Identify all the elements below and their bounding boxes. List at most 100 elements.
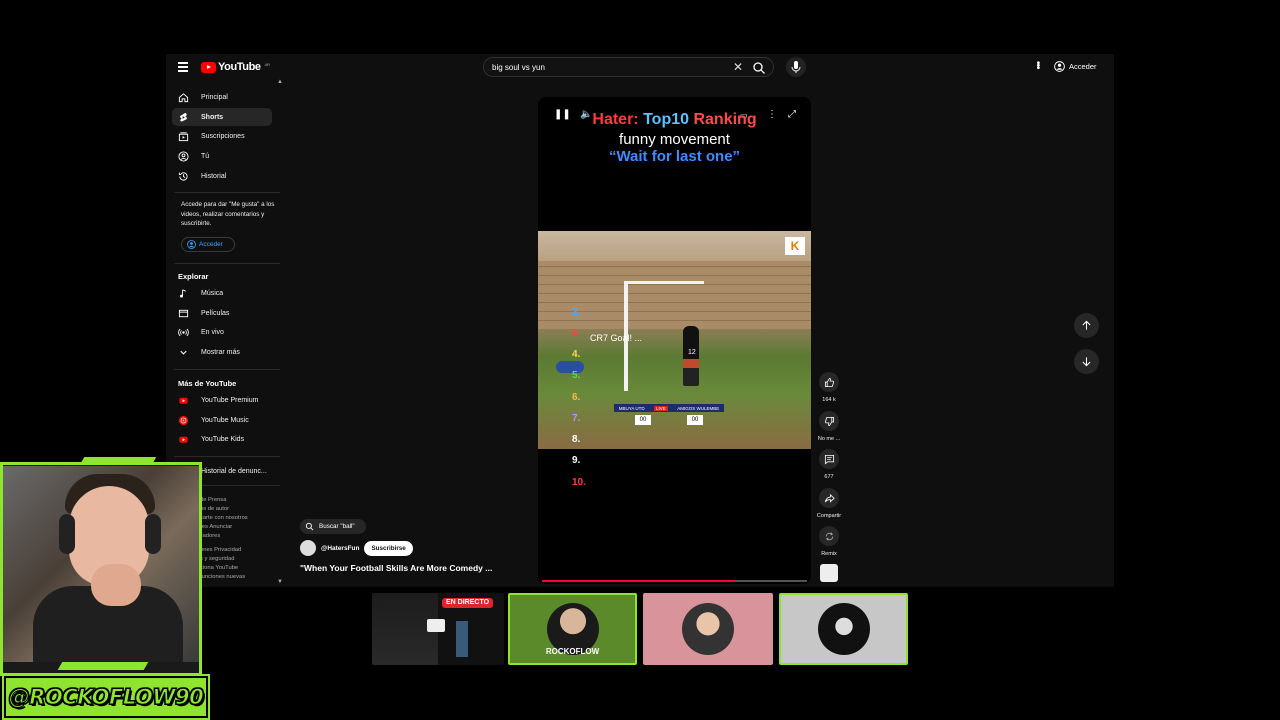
sidebar-item-premium[interactable]: YouTube Premium	[172, 391, 272, 409]
streamer-hands	[91, 564, 141, 606]
divider	[174, 456, 280, 457]
caption-quote: “Wait for last one”	[608, 148, 741, 165]
channel-avatar[interactable]	[300, 540, 316, 556]
sidebar-item-movies[interactable]: Películas	[172, 304, 272, 322]
footer-link[interactable]: os de autor	[200, 505, 285, 514]
signin-label: Acceder	[1069, 62, 1097, 71]
music-icon	[180, 288, 186, 298]
sidebar-scroll-down-icon[interactable]: ▼	[277, 579, 283, 585]
rank-number: 10.	[572, 477, 586, 488]
related-search-chip[interactable]: Buscar "ball"	[300, 519, 366, 534]
footer-link[interactable]: de Prensa	[200, 496, 285, 505]
menu-icon[interactable]	[178, 62, 188, 72]
jersey-number: 12	[688, 349, 696, 356]
sidebar-signin-button[interactable]: Acceder	[181, 237, 235, 252]
channel-name[interactable]: @HatersFun	[321, 545, 359, 552]
remix-action[interactable]: Remix	[816, 526, 842, 557]
like-count: 164 k	[822, 397, 836, 403]
search-input[interactable]: big soul vs yun	[492, 63, 545, 72]
youtube-music-icon	[178, 415, 189, 425]
clear-icon[interactable]: ✕	[733, 60, 743, 74]
sidebar-item-you[interactable]: Tú	[172, 147, 272, 165]
remix-button[interactable]	[819, 526, 839, 546]
share-action[interactable]: Compartir	[816, 488, 842, 519]
sound-thumbnail[interactable]	[820, 564, 838, 582]
sidebar-item-history[interactable]: Historial	[172, 167, 272, 185]
footer-link[interactable]: s y seguridad	[200, 555, 285, 564]
like-action[interactable]: 164 k	[816, 372, 842, 403]
rank-number: 9.	[572, 455, 581, 466]
footer-link[interactable]: ones Privacidad	[200, 546, 285, 555]
subscriptions-icon	[178, 131, 189, 141]
progress-bar[interactable]	[542, 580, 807, 582]
caption-subtitle: funny movement	[619, 131, 730, 148]
sidebar-item-subscriptions[interactable]: Suscripciones	[172, 127, 272, 145]
search-icon[interactable]	[752, 61, 766, 75]
share-button[interactable]	[819, 488, 839, 508]
youtube-play-icon	[201, 61, 216, 73]
score-left: 00	[635, 415, 651, 425]
signin-button[interactable]: Acceder	[1054, 61, 1097, 72]
divider	[174, 263, 280, 264]
live-preview-thumbnail[interactable]: EN DIRECTO	[372, 593, 504, 665]
sidebar-item-label: Shorts	[201, 113, 224, 121]
sidebar-item-principal[interactable]: Principal	[172, 88, 272, 106]
guest-thumbnail-gray[interactable]	[779, 593, 908, 665]
more-youtube-title: Más de YouTube	[178, 379, 237, 388]
rank-number: 3.	[572, 328, 581, 339]
sidebar-item-yt-music[interactable]: YouTube Music	[172, 411, 272, 429]
sidebar-item-label: Música	[201, 289, 224, 297]
guest-thumbnail-pink[interactable]	[643, 593, 773, 665]
caption-top10: Top10	[643, 111, 690, 128]
sidebar-item-shorts[interactable]: Shorts	[172, 108, 272, 126]
caption-hater: Hater:	[592, 111, 639, 128]
footer-link[interactable]: lladores	[200, 532, 285, 541]
rank-number: 8.	[572, 434, 581, 445]
voice-search-button[interactable]	[786, 57, 806, 77]
short-title[interactable]: "When Your Football Skills Are More Come…	[300, 563, 492, 573]
footer-link[interactable]: ciona YouTube	[200, 564, 285, 573]
footer-link[interactable]: carte con nosotros	[200, 514, 285, 523]
caption-title: Hater: Top10 Ranking	[538, 111, 811, 129]
sidebar-item-music[interactable]: Música	[172, 284, 272, 302]
rank-number: 4.	[572, 349, 581, 360]
share-icon	[824, 493, 835, 503]
sidebar-item-show-more[interactable]: Mostrar más	[172, 343, 272, 361]
search-box[interactable]: big soul vs yun ✕	[483, 57, 774, 77]
comments-action[interactable]: 677	[816, 449, 842, 480]
comments-button[interactable]	[819, 449, 839, 469]
rank-number: 5.	[572, 370, 581, 381]
live-tag: LIVE	[654, 405, 668, 411]
rank-number: 7.	[572, 413, 581, 424]
youtube-kids-icon	[179, 436, 188, 443]
dislike-button[interactable]	[819, 411, 839, 431]
footer-link[interactable]: funciones nuevas	[200, 573, 285, 582]
like-button[interactable]	[819, 372, 839, 392]
divider	[174, 369, 280, 370]
top-bar: YouTube AR big soul vs yun ✕ ••• Acceder	[166, 54, 1114, 82]
remix-icon	[825, 532, 833, 540]
guest-thumbnail-rockoflow[interactable]: ROCKOFLOW	[508, 593, 637, 665]
account-icon	[187, 240, 196, 249]
you-icon	[178, 150, 189, 162]
sidebar-item-label: Películas	[201, 309, 230, 317]
sidebar-item-label: Principal	[201, 93, 228, 101]
sidebar-scroll-up-icon[interactable]: ▲	[277, 79, 283, 85]
sidebar-item-label: YouTube Kids	[201, 435, 245, 443]
logo-country: AR	[264, 61, 271, 67]
login-prompt: Accede para dar "Me gusta" a los videos,…	[181, 201, 275, 227]
next-short-button[interactable]	[1074, 349, 1099, 374]
footer-link[interactable]: res Anunciar	[200, 523, 285, 532]
more-options-icon[interactable]: •••	[1032, 61, 1043, 69]
explore-title: Explorar	[178, 272, 209, 281]
dislike-action[interactable]: No me ...	[816, 411, 842, 442]
short-player[interactable]: ❚❚ 🔈 ▭ ⋮ ⤢ Hater: Top10 Ranking funny mo…	[538, 97, 811, 584]
dislike-label: No me ...	[817, 436, 841, 442]
youtube-logo[interactable]: YouTube AR	[201, 61, 270, 73]
rank-label: CR7 Goal! ...	[590, 333, 643, 343]
subscribe-button[interactable]: Suscribirse	[364, 540, 413, 556]
previous-short-button[interactable]	[1074, 313, 1099, 338]
sidebar-item-yt-kids[interactable]: YouTube Kids	[172, 430, 272, 448]
sidebar-item-live[interactable]: En vivo	[172, 323, 272, 341]
progress-fill	[542, 580, 736, 582]
